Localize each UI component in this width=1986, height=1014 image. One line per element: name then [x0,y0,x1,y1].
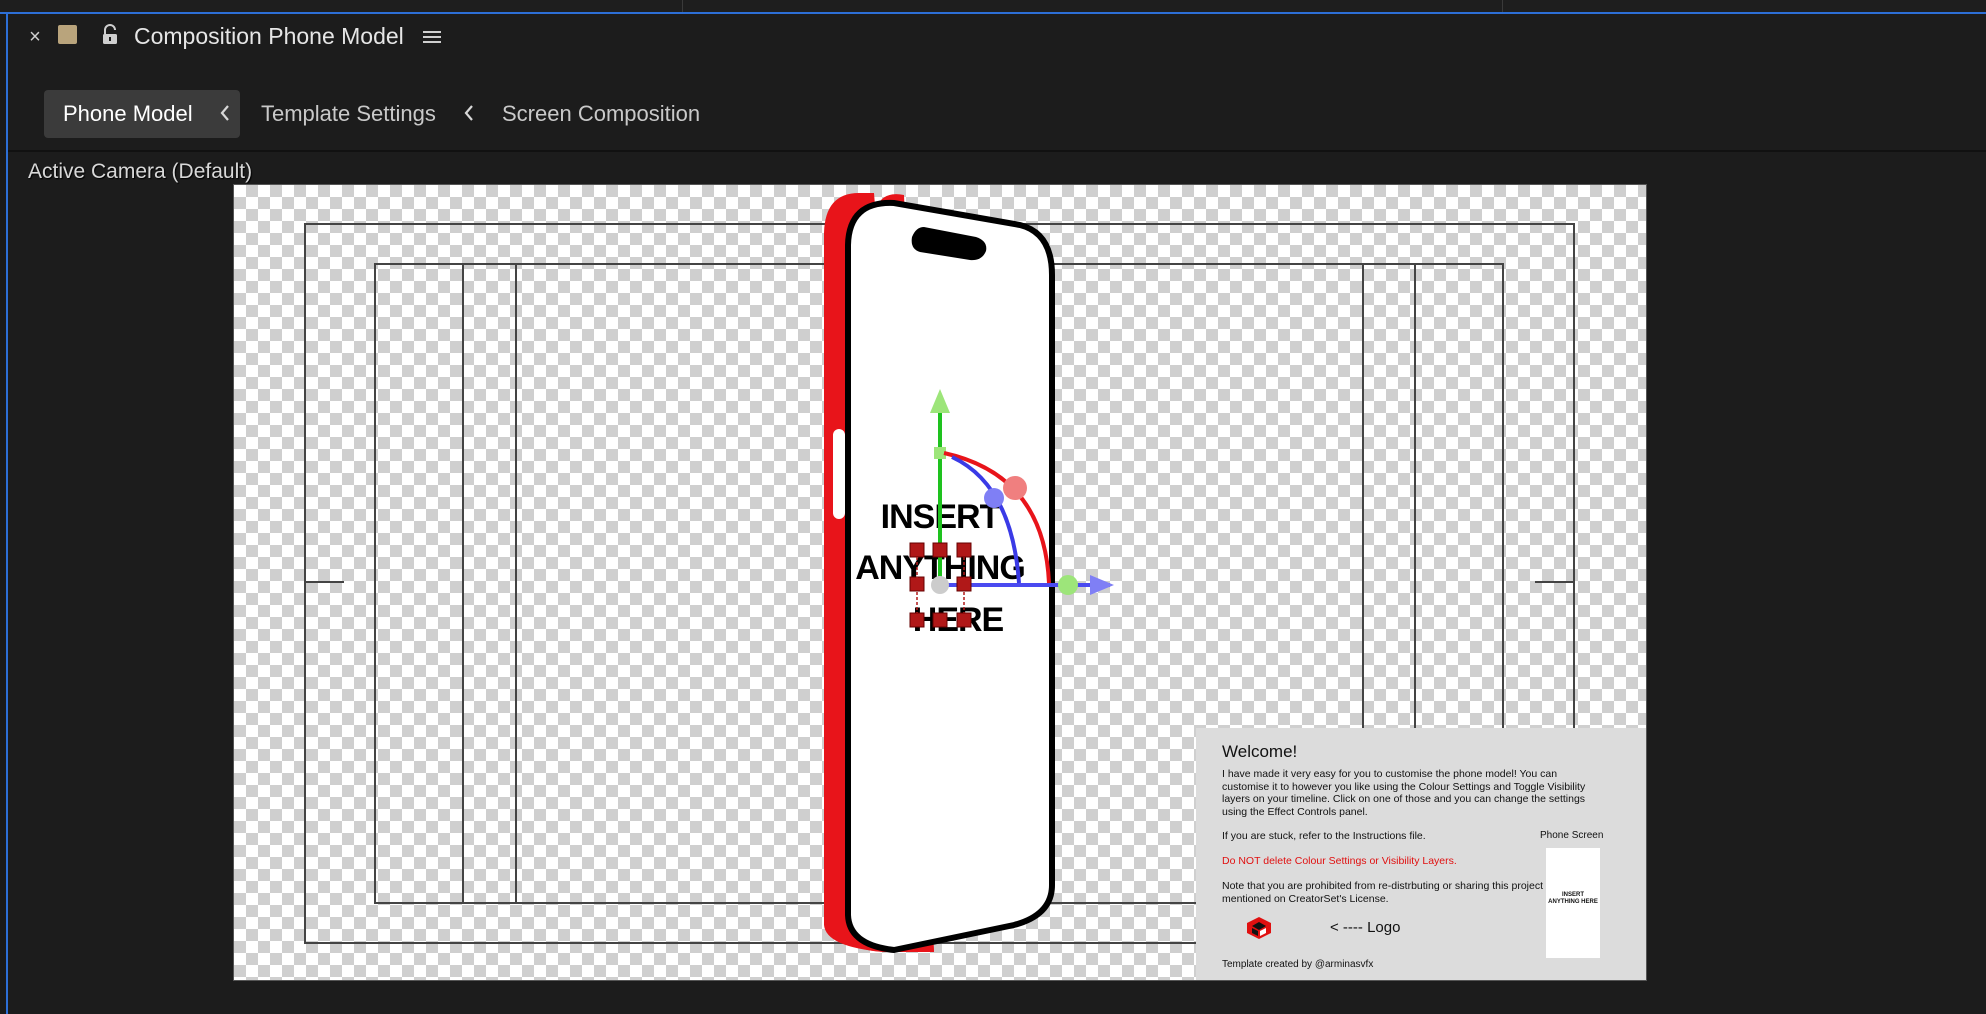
gizmo-anchor-point[interactable] [931,576,949,594]
panel-menu-icon[interactable] [422,27,442,47]
gizmo-z-handle[interactable] [1058,575,1078,595]
chevron-left-icon[interactable] [218,102,232,124]
panel-header: × Composition Phone Model [8,14,1986,58]
composition-tabs: Phone Model Template Settings Screen Com… [8,72,1986,152]
tab-screen-composition[interactable]: Screen Composition [502,90,700,138]
close-icon[interactable]: × [26,27,44,47]
lock-icon[interactable] [100,24,120,46]
chevron-left-icon[interactable] [462,102,476,124]
welcome-warning: Do NOT delete Colour Settings or Visibil… [1222,855,1457,867]
top-strip-divider [682,0,683,12]
gizmo-x-arrow[interactable] [1090,575,1114,595]
active-camera-label: Active Camera (Default) [28,160,253,183]
gizmo-rotation-handle-red[interactable] [1003,476,1027,500]
top-strip-divider [1502,0,1503,12]
welcome-title: Welcome! [1222,742,1298,761]
composition-swatch-icon[interactable] [58,25,77,44]
template-credit: Template created by @arminasvfx [1222,959,1374,970]
panel-title: Composition Phone Model [134,23,404,49]
welcome-paragraph: I have made it very easy for you to cust… [1222,768,1586,818]
welcome-paragraph: If you are stuck, refer to the Instructi… [1222,830,1426,842]
gizmo-rotation-handle-blue[interactable] [984,488,1004,508]
phone-button [833,429,845,519]
top-strip [0,0,1986,14]
phone-screen-preview: INSERT ANYTHING HERE [1546,848,1600,958]
tab-template-settings[interactable]: Template Settings [261,90,436,138]
composition-viewer[interactable]: INSERT ANYTHING HERE [233,184,1647,981]
logo-icon [1247,917,1271,939]
phone-side-red [824,425,832,725]
logo-label: < ---- Logo [1330,919,1401,936]
welcome-instructions-card: Welcome! I have made it very easy for yo… [1196,728,1646,980]
welcome-paragraph: Note that you are prohibited from re-dis… [1222,880,1574,905]
tab-phone-model[interactable]: Phone Model [44,90,240,138]
phone-screen-label: Phone Screen [1540,830,1604,841]
phone-screen-preview-text: INSERT ANYTHING HERE [1548,892,1598,905]
